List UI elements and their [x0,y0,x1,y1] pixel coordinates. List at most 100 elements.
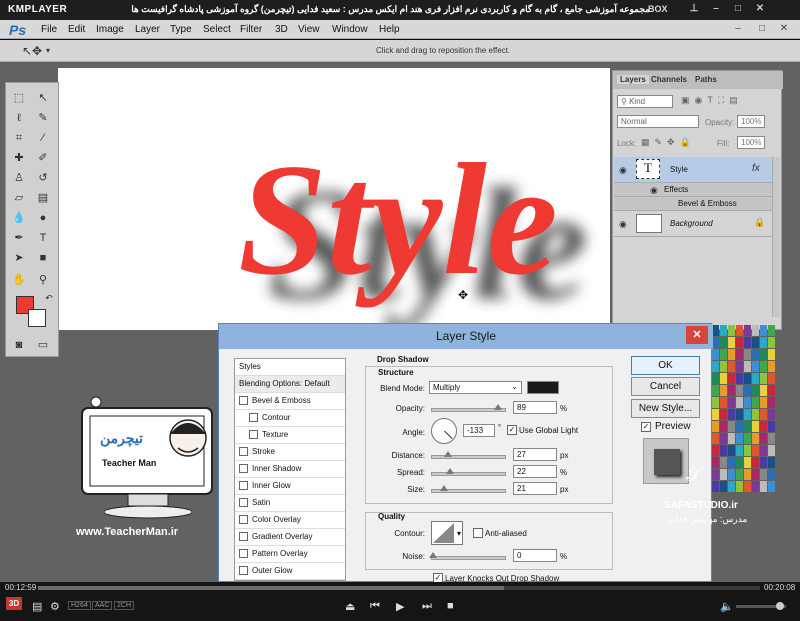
swatch[interactable] [752,385,759,396]
swatch[interactable] [760,445,767,456]
swatch[interactable] [736,373,743,384]
swatch[interactable] [712,397,719,408]
swatch[interactable] [768,445,775,456]
swatch[interactable] [720,421,727,432]
menu-image[interactable]: Image [96,24,124,35]
blur-tool-icon[interactable]: 💧 [12,211,26,225]
style-item-inner-shadow[interactable]: Inner Shadow [235,461,345,478]
swatch[interactable] [736,421,743,432]
blend-mode-select[interactable]: Multiply ⌄ [429,381,522,394]
stop-icon[interactable]: ■ [447,600,454,612]
swatch[interactable] [744,373,751,384]
size-slider[interactable] [431,485,506,493]
swatch[interactable] [768,361,775,372]
swatch[interactable] [720,409,727,420]
menu-file[interactable]: File [41,24,57,35]
swatch[interactable] [768,325,775,336]
volume-icon[interactable]: 🔈 [720,600,734,613]
zoom-tool-icon[interactable]: ⚲ [36,273,50,287]
swatch[interactable] [752,373,759,384]
swatch[interactable] [736,337,743,348]
swatch[interactable] [768,433,775,444]
shadow-color-swatch[interactable] [527,381,559,394]
swatch[interactable] [736,349,743,360]
volume-slider[interactable] [736,602,786,610]
noise-input[interactable]: 0 [513,549,557,562]
quick-mask-icon[interactable]: ◙ [12,338,26,352]
swatch[interactable] [760,433,767,444]
eye-icon[interactable]: ◉ [619,165,627,176]
menu-help[interactable]: Help [379,24,400,35]
swatch[interactable] [728,373,735,384]
swatch[interactable] [720,445,727,456]
type-tool-icon[interactable]: T [36,231,50,245]
quick-select-icon[interactable]: ✎ [36,111,50,125]
checkbox[interactable] [239,498,248,508]
ok-button[interactable]: OK [631,356,700,375]
style-item-stroke[interactable]: Stroke [235,444,345,461]
swatch[interactable] [760,373,767,384]
swatch[interactable] [760,349,767,360]
play-icon[interactable]: ▶ [396,600,404,613]
crop-tool-icon[interactable]: ⌗ [12,131,26,145]
tab-layers[interactable]: Layers [617,75,649,84]
menu-icon[interactable]: ▤ [32,600,42,613]
swatch[interactable] [752,421,759,432]
swatch[interactable] [712,373,719,384]
move-tool-icon[interactable]: ↖ [36,91,50,105]
eyedropper-icon[interactable]: ⁄ [36,131,50,145]
swatch[interactable] [744,445,751,456]
layer-row-effects[interactable]: ◉ Effects [614,183,772,197]
style-item-color-overlay[interactable]: Color Overlay [235,512,345,529]
layer-row-background[interactable]: ◉ Background 🔒 [614,211,772,237]
minimize-icon[interactable]: – [708,2,724,16]
noise-slider[interactable] [429,552,506,560]
angle-dial[interactable] [431,418,457,444]
swatch[interactable] [768,421,775,432]
swatch[interactable] [744,337,751,348]
history-brush-icon[interactable]: ↺ [36,171,50,185]
swatch[interactable] [752,361,759,372]
slider-knob[interactable] [446,468,454,474]
opacity-input[interactable]: 89 [513,401,557,414]
swatch[interactable] [744,361,751,372]
styles-header[interactable]: Styles [235,359,345,376]
swap-colors-icon[interactable]: ↶ [42,291,56,305]
eye-icon[interactable]: ◉ [619,219,627,230]
lock-icons[interactable]: ▦✎✥🔒 [641,137,696,148]
tab-paths[interactable]: Paths [695,75,717,84]
document-canvas[interactable]: Style Style ✥ [58,68,610,330]
layers-scrollbar[interactable] [772,157,780,317]
swatch[interactable] [720,349,727,360]
swatch[interactable] [768,349,775,360]
swatch[interactable] [712,385,719,396]
checkbox[interactable] [239,481,248,491]
style-item-satin[interactable]: Satin [235,495,345,512]
distance-input[interactable]: 27 [513,448,557,461]
checkbox[interactable] [239,549,248,559]
anti-aliased-checkbox[interactable] [473,528,483,538]
ps-restore-icon[interactable]: □ [754,22,770,36]
path-select-icon[interactable]: ➤ [12,251,26,265]
swatch[interactable] [736,385,743,396]
ps-close-icon[interactable]: ✕ [776,22,792,36]
layer-fill-input[interactable]: 100% [737,136,765,149]
style-item-outer-glow[interactable]: Outer Glow [235,563,345,580]
badge-3d[interactable]: 3D [6,597,22,610]
gradient-tool-icon[interactable]: ▤ [36,191,50,205]
swatch[interactable] [760,385,767,396]
swatch[interactable] [720,433,727,444]
swatch[interactable] [728,433,735,444]
angle-input[interactable]: -133 [463,424,495,437]
slider-knob[interactable] [444,451,452,457]
swatch[interactable] [736,445,743,456]
spread-input[interactable]: 22 [513,465,557,478]
preview-checkbox[interactable]: ✓ [641,422,651,432]
checkbox[interactable] [249,413,258,423]
swatch[interactable] [720,361,727,372]
swatch[interactable] [728,445,735,456]
maximize-icon[interactable]: □ [730,2,746,16]
clone-stamp-icon[interactable]: ♙ [12,171,26,185]
brush-tool-icon[interactable]: ✐ [36,151,50,165]
layer-row-style[interactable]: ◉ T Style fx [614,157,772,183]
